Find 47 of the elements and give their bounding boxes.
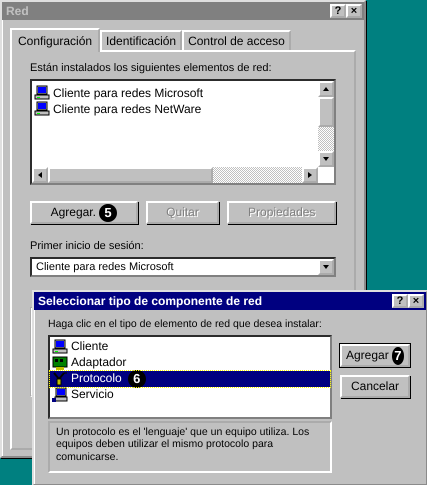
button[interactable]: Agregar. 5 [30, 201, 138, 224]
dropdown[interactable]: Cliente para redes Microsoft [30, 257, 336, 278]
callout-marker: 5 [98, 204, 117, 222]
up-arrow-icon [322, 85, 330, 94]
button[interactable]: Agregar 7 [340, 344, 410, 367]
horizontal-scrollbar[interactable] [32, 167, 318, 184]
computer-service-icon [52, 386, 68, 403]
list-item[interactable]: Cliente [50, 338, 330, 355]
prompt-text: Haga clic en el tipo de elemento de red que desea instalar: [48, 318, 323, 331]
down-arrow-icon [322, 155, 330, 164]
window-title: Seleccionar tipo de componente de red [38, 294, 262, 308]
list-item[interactable]: Adaptador [50, 354, 330, 371]
tab[interactable]: Control de acceso [182, 30, 291, 50]
scroll-thumb[interactable] [48, 167, 213, 184]
description-text: Un protocolo es el 'lenguaje' que un equipo utiliza. Los equipos deben utilizar el mismo protocolo para comunicarse. [48, 420, 332, 473]
close-button[interactable]: × [408, 294, 424, 308]
dropdown-button[interactable] [318, 259, 334, 276]
left-arrow-icon [36, 171, 44, 180]
right-arrow-icon [306, 171, 314, 180]
list-item[interactable]: Cliente para redes NetWare [32, 101, 318, 118]
callout-marker: 7 [392, 346, 404, 364]
close-button[interactable]: × [346, 4, 362, 18]
scroll-left-button[interactable] [32, 167, 48, 184]
callout-marker: 6 [128, 370, 146, 388]
computer-icon [52, 338, 68, 355]
scroll-up-button[interactable] [318, 81, 334, 98]
button[interactable]: Cancelar [340, 375, 410, 398]
field-label: Primer inicio de sesión: [30, 240, 145, 254]
scroll-thumb[interactable] [318, 97, 334, 128]
vertical-scrollbar[interactable] [318, 81, 334, 168]
window-title: Red [6, 4, 29, 18]
tab[interactable]: Identificación [100, 30, 182, 50]
scroll-right-button[interactable] [302, 167, 318, 184]
list-item[interactable]: Protocolo 6 [50, 370, 330, 387]
cable-plug-icon [52, 370, 68, 387]
dropdown-value: Cliente para redes Microsoft [35, 260, 174, 274]
scroll-down-button[interactable] [318, 151, 334, 168]
list-item[interactable]: Servicio [50, 386, 330, 403]
computer-icon [34, 85, 50, 102]
help-button[interactable]: ? [392, 294, 408, 308]
list-item[interactable]: Cliente para redes Microsoft [32, 85, 318, 102]
field-label: Están instalados los siguientes elementos de red: [30, 62, 273, 76]
tab[interactable]: Configuración [10, 28, 100, 52]
help-button[interactable]: ? [330, 4, 346, 18]
computer-icon [34, 101, 50, 118]
network-card-icon [52, 354, 68, 371]
down-arrow-icon [322, 263, 330, 272]
